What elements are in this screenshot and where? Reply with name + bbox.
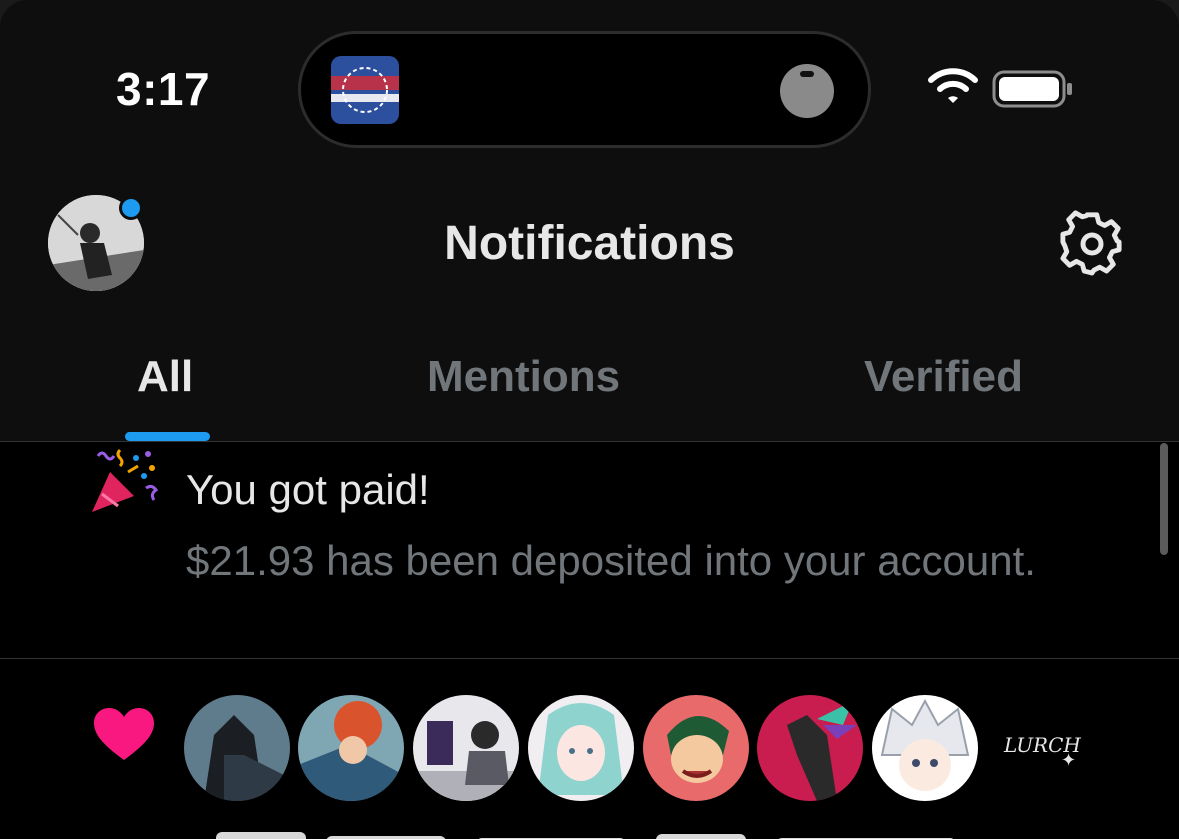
homepod-icon [780, 64, 834, 118]
notification-text-partial [216, 832, 954, 839]
now-playing-artwork[interactable] [331, 56, 399, 124]
tabs-divider [0, 441, 1179, 442]
tab-all[interactable]: All [137, 352, 193, 402]
notification-body: $21.93 has been deposited into your acco… [186, 537, 1036, 584]
active-tab-indicator [125, 432, 210, 441]
liker-avatar[interactable] [643, 695, 749, 801]
liker-avatar[interactable] [872, 695, 978, 801]
battery-icon [992, 70, 1072, 108]
scrollbar[interactable] [1160, 443, 1168, 555]
heart-icon [94, 708, 154, 760]
liker-avatar[interactable] [757, 695, 863, 801]
tab-verified[interactable]: Verified [864, 352, 1023, 402]
page-title: Notifications [444, 217, 735, 270]
liker-avatar[interactable] [413, 695, 519, 801]
tab-mentions[interactable]: Mentions [427, 352, 620, 402]
notification-title: You got paid! [186, 466, 430, 513]
notifications-screen: 3:17 Notifications All Mentions Verified… [0, 0, 1179, 839]
liker-avatar[interactable] [298, 695, 404, 801]
dynamic-island[interactable] [298, 31, 871, 148]
sparkle-icon: ✦ [1061, 750, 1077, 770]
liker-avatar[interactable] [528, 695, 634, 801]
status-time: 3:17 [116, 63, 211, 115]
notification-divider [0, 658, 1179, 659]
liker-avatar[interactable] [184, 695, 290, 801]
wifi-icon [928, 68, 978, 103]
party-popper-icon [92, 448, 159, 512]
settings-gear-icon[interactable] [1058, 210, 1126, 278]
